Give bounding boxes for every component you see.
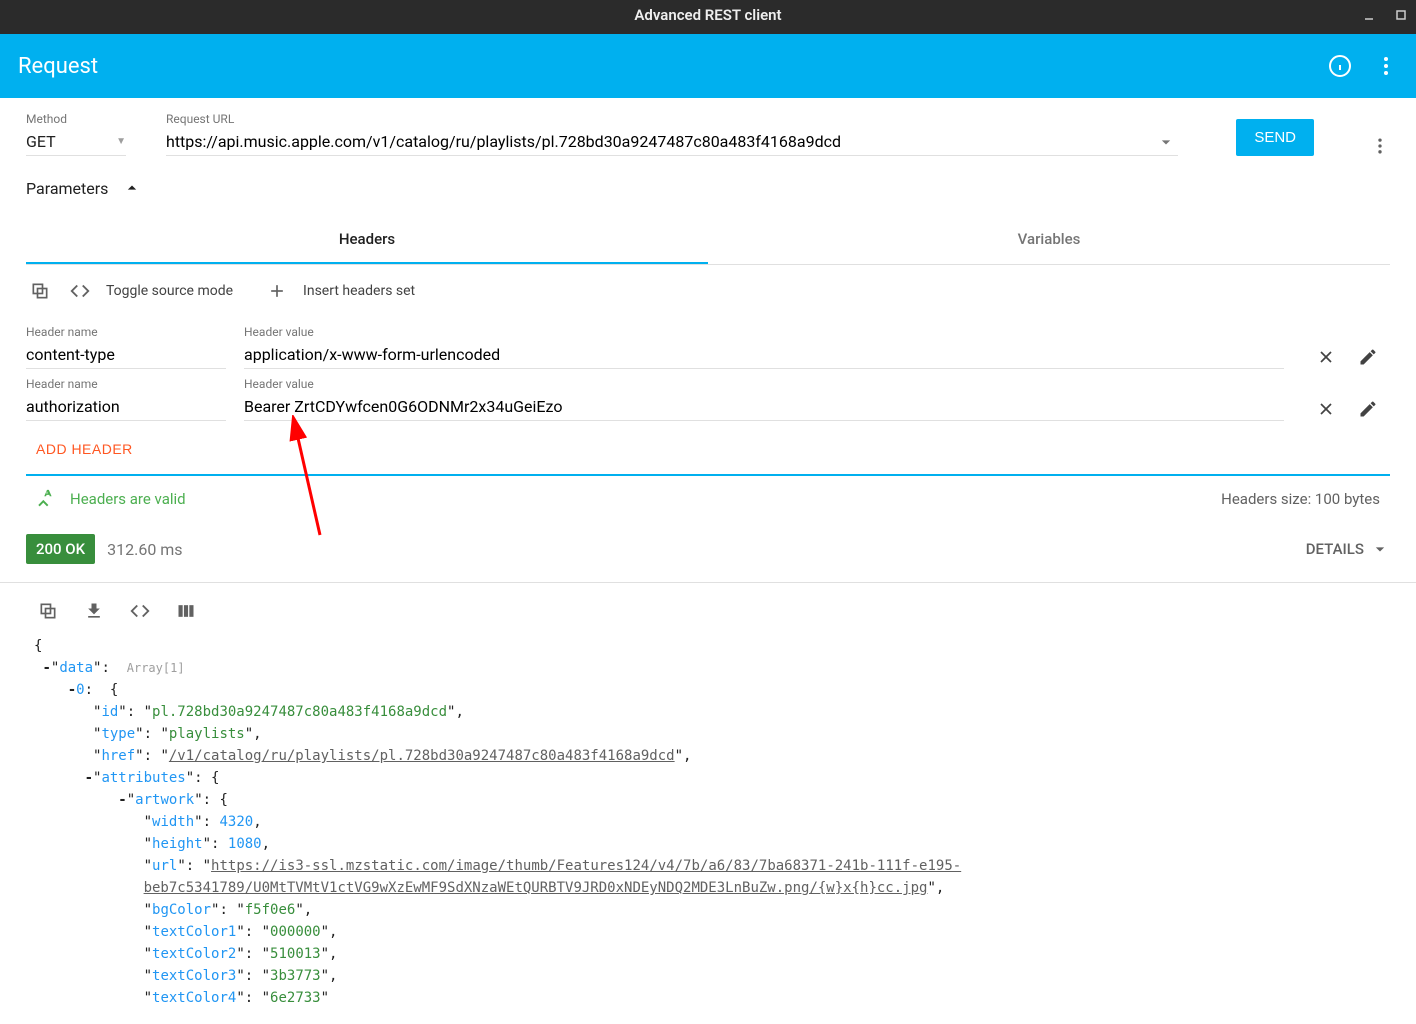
chevron-up-icon (122, 178, 142, 198)
remove-header-icon[interactable] (1314, 345, 1338, 369)
method-select[interactable]: GET ▼ (26, 128, 126, 156)
add-header-button[interactable]: ADD HEADER (36, 441, 133, 457)
edit-header-icon[interactable] (1356, 345, 1380, 369)
more-vert-icon[interactable] (1374, 54, 1398, 78)
raw-view-icon[interactable] (126, 597, 154, 625)
dropdown-icon: ▼ (116, 136, 126, 147)
response-body[interactable]: { -"data": Array[1] -0: { "id": "pl.728b… (0, 627, 1416, 1009)
status-row: 200 OK 312.60 ms DETAILS (0, 522, 1416, 583)
app-title: Request (18, 54, 98, 79)
method-label: Method (26, 112, 126, 126)
spellcheck-icon (36, 488, 58, 510)
params-tabs: Headers Variables (26, 216, 1390, 265)
header-value-input[interactable] (244, 393, 1284, 420)
download-response-icon[interactable] (80, 597, 108, 625)
toggle-source-label[interactable]: Toggle source mode (106, 283, 233, 299)
parameters-toggle[interactable]: Parameters (0, 156, 1416, 216)
copy-response-icon[interactable] (34, 597, 62, 625)
request-row: Method GET ▼ Request URL SEND (0, 98, 1416, 156)
title-bar: Advanced REST client (0, 0, 1416, 34)
details-button[interactable]: DETAILS (1306, 539, 1390, 559)
chevron-down-icon (1370, 539, 1390, 559)
columns-view-icon[interactable] (172, 597, 200, 625)
copy-icon[interactable] (26, 277, 54, 305)
tab-headers[interactable]: Headers (26, 216, 708, 264)
maximize-icon[interactable] (1394, 8, 1408, 22)
header-name-input[interactable] (26, 341, 226, 368)
url-label: Request URL (166, 112, 1178, 126)
response-time: 312.60 ms (107, 540, 182, 559)
app-bar: Request (0, 34, 1416, 98)
send-button[interactable]: SEND (1236, 119, 1314, 156)
status-badge: 200 OK (26, 534, 95, 564)
url-expand-icon[interactable] (1154, 132, 1178, 152)
header-row: Header name Header value (0, 369, 1416, 421)
insert-headers-label[interactable]: Insert headers set (303, 283, 415, 299)
code-toggle-icon[interactable] (66, 277, 94, 305)
plus-icon[interactable] (263, 277, 291, 305)
url-input[interactable] (166, 128, 1154, 155)
remove-header-icon[interactable] (1314, 397, 1338, 421)
headers-toolbar: Toggle source mode Insert headers set (0, 265, 1416, 317)
header-name-input[interactable] (26, 393, 226, 420)
headers-size-text: Headers size: 100 bytes (1221, 490, 1380, 508)
headers-valid-text: Headers are valid (70, 490, 186, 508)
header-row: Header name Header value (0, 317, 1416, 369)
header-value-input[interactable] (244, 341, 1284, 368)
window-title: Advanced REST client (634, 6, 781, 24)
request-more-icon[interactable] (1370, 136, 1390, 156)
minimize-icon[interactable] (1362, 8, 1376, 22)
info-icon[interactable] (1328, 54, 1352, 78)
response-toolbar (0, 583, 1416, 627)
tab-variables[interactable]: Variables (708, 216, 1390, 264)
validation-bar: Headers are valid Headers size: 100 byte… (26, 474, 1390, 522)
edit-header-icon[interactable] (1356, 397, 1380, 421)
